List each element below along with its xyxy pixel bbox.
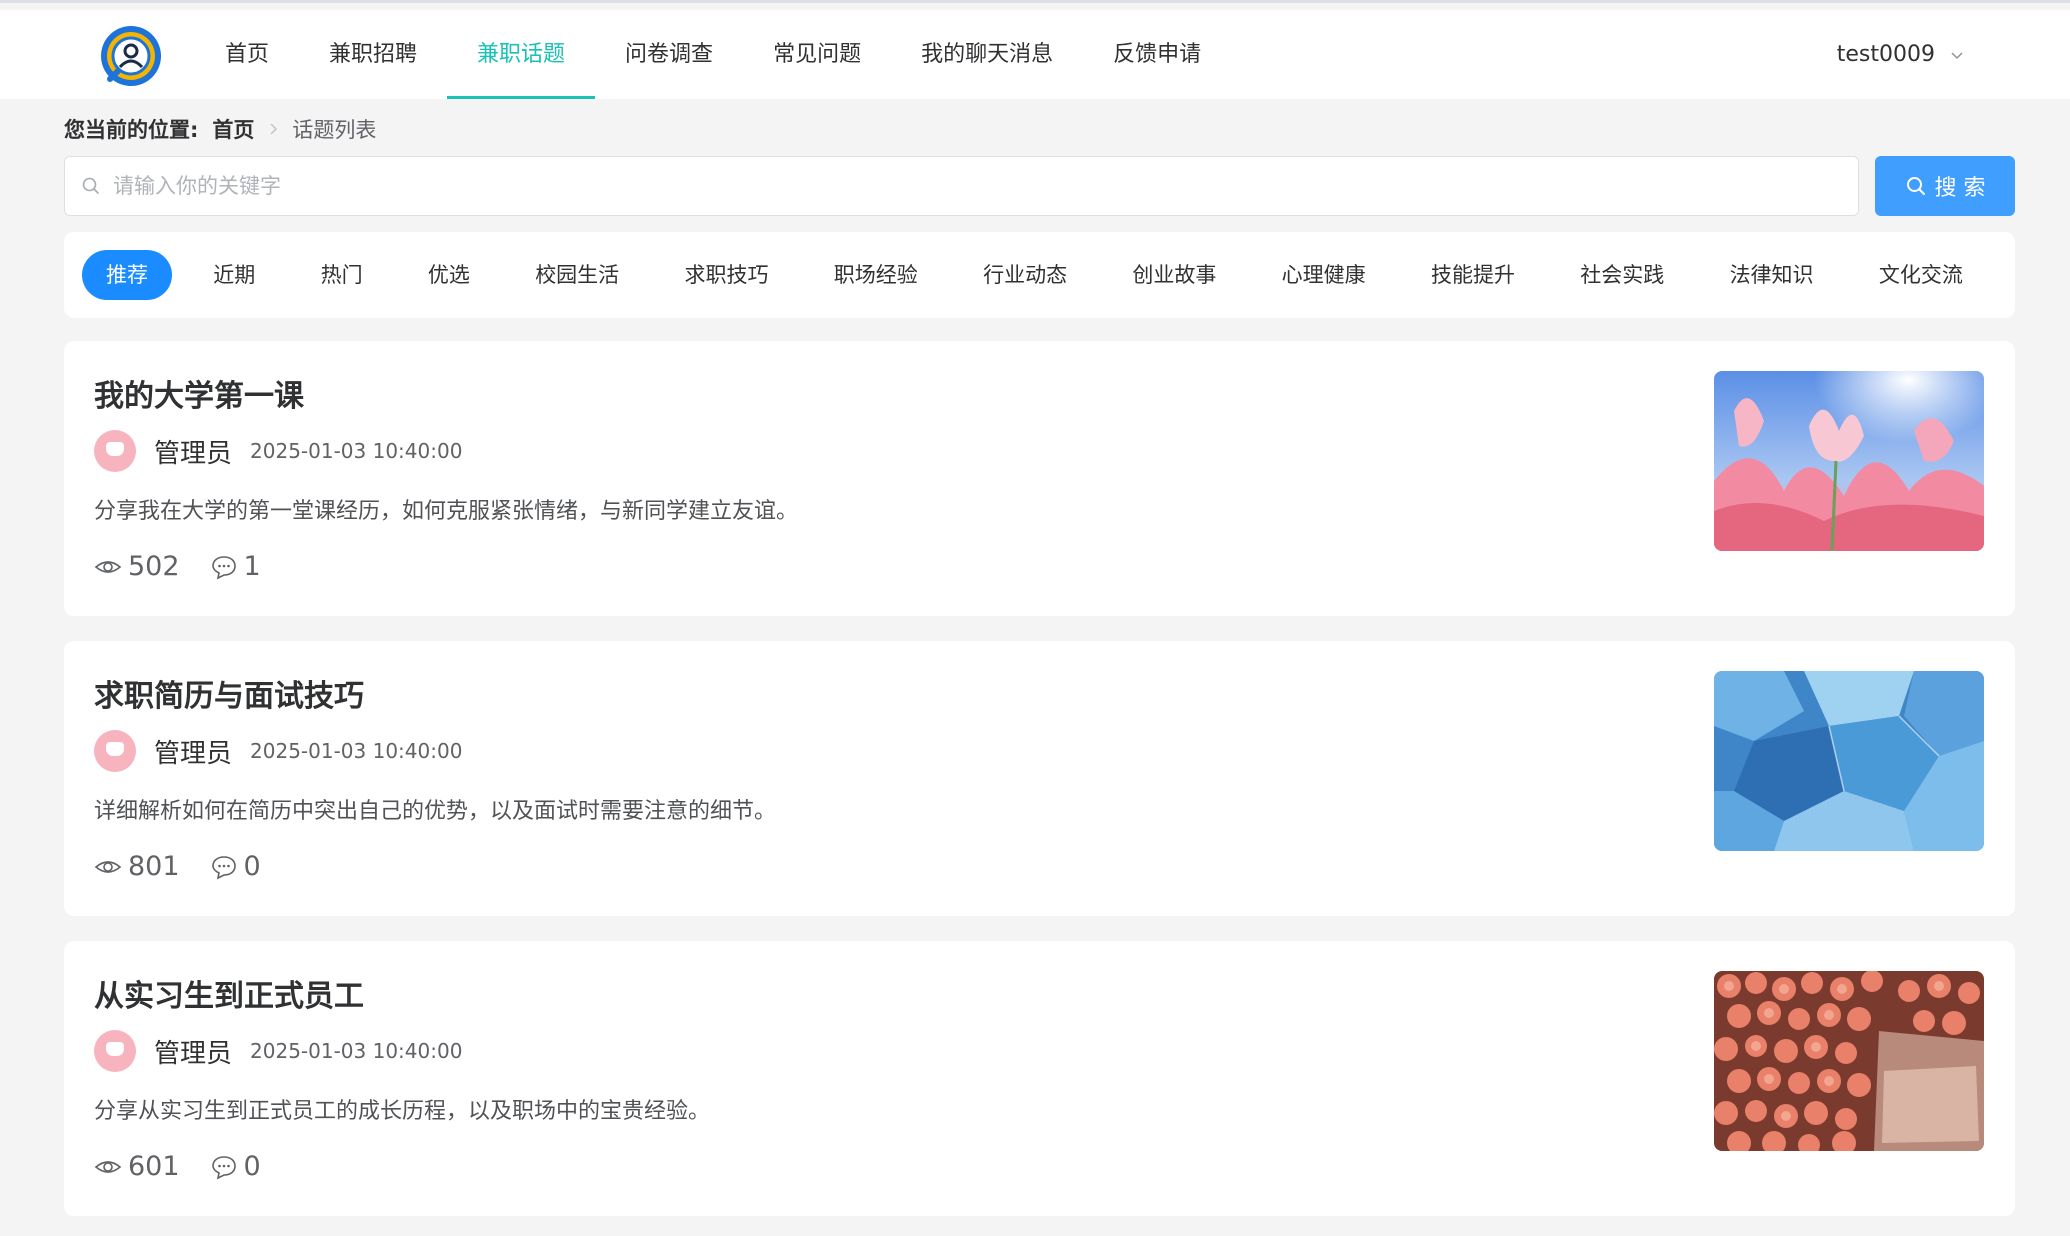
eye-icon [94, 860, 122, 873]
eye-icon [94, 560, 122, 573]
topic-stats: 601 0 [94, 1151, 291, 1182]
logo-icon [101, 26, 161, 86]
pink-flowers-image [1714, 371, 1984, 551]
top-border [0, 0, 2070, 3]
topic-author: 管理员 [154, 1038, 233, 1069]
tab-campus-life[interactable]: 校园生活 [511, 250, 643, 300]
comments-count: 1 [243, 551, 261, 582]
topic-stats: 801 0 [94, 851, 291, 882]
views-stat: 801 [94, 851, 180, 882]
topic-title[interactable]: 从实习生到正式员工 [94, 971, 364, 1015]
views-stat: 502 [94, 551, 180, 582]
nav-item-topics[interactable]: 兼职话题 [447, 10, 596, 99]
search-box [64, 156, 1859, 216]
avatar [94, 1030, 136, 1072]
tab-workplace[interactable]: 职场经验 [810, 250, 942, 300]
comment-icon [211, 855, 236, 879]
topic-date: 2025-01-03 10:40:00 [250, 739, 463, 763]
views-count: 801 [128, 851, 180, 882]
views-count: 502 [128, 551, 180, 582]
nav-item-home[interactable]: 首页 [195, 10, 299, 99]
breadcrumb-home[interactable]: 首页 [212, 114, 254, 144]
tab-industry[interactable]: 行业动态 [959, 250, 1091, 300]
main-nav: 首页 兼职招聘 兼职话题 问卷调查 常见问题 我的聊天消息 反馈申请 [195, 10, 1231, 99]
comments-stat: 1 [210, 551, 261, 582]
avatar [94, 730, 136, 772]
nav-item-feedback[interactable]: 反馈申请 [1083, 10, 1231, 99]
search-icon [82, 177, 99, 194]
tab-startup[interactable]: 创业故事 [1108, 250, 1240, 300]
peach-roses-image [1714, 971, 1984, 1151]
search-icon [1906, 177, 1925, 195]
comment-icon [211, 555, 236, 579]
comments-stat: 0 [210, 1151, 261, 1182]
tab-law[interactable]: 法律知识 [1706, 250, 1838, 300]
breadcrumb: 您当前的位置: 首页 话题列表 [64, 114, 376, 144]
nav-item-surveys[interactable]: 问卷调查 [595, 10, 743, 99]
topic-author: 管理员 [154, 738, 233, 769]
tab-skills[interactable]: 技能提升 [1407, 250, 1539, 300]
tab-hot[interactable]: 热门 [297, 250, 387, 300]
tab-recommended[interactable]: 推荐 [82, 250, 172, 300]
topic-author: 管理员 [154, 438, 233, 469]
topic-image[interactable] [1714, 371, 1984, 551]
chevron-down-icon [1951, 51, 1963, 59]
topic-description: 分享我在大学的第一堂课经历，如何克服紧张情绪，与新同学建立友谊。 [94, 499, 799, 524]
topic-title[interactable]: 我的大学第一课 [94, 371, 304, 415]
search-button-label: 搜 索 [1934, 176, 1986, 201]
header: 首页 兼职招聘 兼职话题 问卷调查 常见问题 我的聊天消息 反馈申请 test0… [0, 10, 2070, 99]
comments-count: 0 [243, 851, 261, 882]
views-count: 601 [128, 1151, 180, 1182]
category-tabs: 推荐 近期 热门 优选 校园生活 求职技巧 职场经验 行业动态 创业故事 心理健… [64, 232, 2015, 318]
logo[interactable] [98, 23, 164, 89]
topic-card[interactable]: 求职简历与面试技巧 管理员 2025-01-03 10:40:00 详细解析如何… [64, 641, 2015, 916]
avatar [94, 430, 136, 472]
comments-stat: 0 [210, 851, 261, 882]
user-menu[interactable]: test0009 [1837, 10, 1965, 99]
tab-recent[interactable]: 近期 [189, 250, 279, 300]
topic-meta: 管理员 2025-01-03 10:40:00 [94, 729, 462, 773]
comment-icon [211, 1155, 236, 1179]
topic-date: 2025-01-03 10:40:00 [250, 439, 463, 463]
topic-title[interactable]: 求职简历与面试技巧 [94, 671, 364, 715]
tab-culture[interactable]: 文化交流 [1855, 250, 1987, 300]
eye-icon [94, 1160, 122, 1173]
username: test0009 [1836, 42, 1935, 67]
topic-date: 2025-01-03 10:40:00 [250, 1039, 463, 1063]
topic-description: 分享从实习生到正式员工的成长历程，以及职场中的宝贵经验。 [94, 1099, 711, 1124]
blue-ice-image [1714, 671, 1984, 851]
topic-image[interactable] [1714, 671, 1984, 851]
topic-card[interactable]: 从实习生到正式员工 管理员 2025-01-03 10:40:00 分享从实习生… [64, 941, 2015, 1216]
views-stat: 601 [94, 1151, 180, 1182]
topic-meta: 管理员 2025-01-03 10:40:00 [94, 429, 462, 473]
tab-mental-health[interactable]: 心理健康 [1258, 250, 1390, 300]
nav-item-faq[interactable]: 常见问题 [743, 10, 891, 99]
search-input[interactable] [113, 174, 1813, 198]
search-button[interactable]: 搜 索 [1875, 156, 2015, 216]
topic-image[interactable] [1714, 971, 1984, 1151]
tab-social-practice[interactable]: 社会实践 [1556, 250, 1688, 300]
topic-stats: 502 1 [94, 551, 291, 582]
topic-card[interactable]: 我的大学第一课 管理员 2025-01-03 10:40:00 分享我在大学的第… [64, 341, 2015, 616]
tab-job-tips[interactable]: 求职技巧 [660, 250, 792, 300]
breadcrumb-prefix: 您当前的位置: [64, 118, 199, 142]
nav-item-jobs[interactable]: 兼职招聘 [299, 10, 447, 99]
breadcrumb-current: 话题列表 [292, 118, 377, 142]
nav-item-messages[interactable]: 我的聊天消息 [891, 10, 1083, 99]
topic-description: 详细解析如何在简历中突出自己的优势，以及面试时需要注意的细节。 [94, 799, 777, 824]
topic-meta: 管理员 2025-01-03 10:40:00 [94, 1029, 462, 1073]
comments-count: 0 [243, 1151, 261, 1182]
chevron-right-icon [270, 123, 278, 135]
tab-featured[interactable]: 优选 [404, 250, 494, 300]
